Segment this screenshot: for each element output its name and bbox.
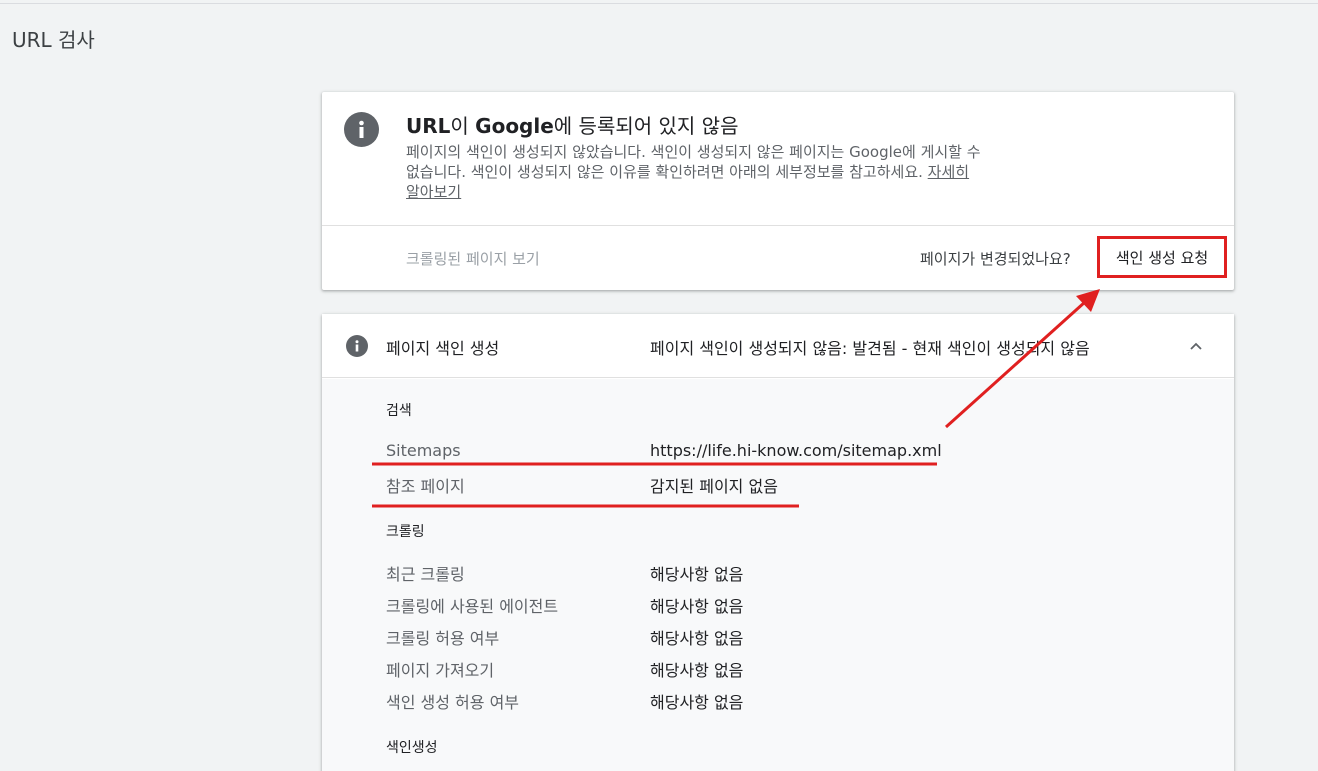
page-indexing-details: 검색 Sitemaps https://life.hi-know.com/sit… bbox=[322, 379, 1234, 771]
page-title: URL 검사 bbox=[12, 28, 95, 52]
arrow-head bbox=[1076, 289, 1100, 312]
detail-key: 크롤링에 사용된 에이전트 bbox=[386, 597, 559, 616]
detail-key: 최근 크롤링 bbox=[386, 565, 465, 584]
card-divider bbox=[322, 225, 1234, 226]
info-icon bbox=[344, 112, 379, 147]
page-indexing-card: 페이지 색인 생성 페이지 색인이 생성되지 않음: 발견됨 - 현재 색인이 … bbox=[322, 314, 1234, 771]
url-status-card: URL이 Google에 등록되어 있지 않음 페이지의 색인이 생성되지 않았… bbox=[322, 92, 1234, 290]
top-divider bbox=[0, 3, 1318, 4]
chevron-up-icon[interactable] bbox=[1186, 336, 1206, 356]
section-heading-search: 검색 bbox=[386, 403, 412, 419]
page-changed-question: 페이지가 변경되었나요? bbox=[920, 250, 1071, 268]
detail-value: 해당사항 없음 bbox=[650, 661, 744, 680]
detail-key: Sitemaps bbox=[386, 441, 461, 460]
status-description: 페이지의 색인이 생성되지 않았습니다. 색인이 생성되지 않은 페이지는 Go… bbox=[406, 143, 981, 201]
detail-key: 색인 생성 허용 여부 bbox=[386, 693, 520, 712]
detail-value: 해당사항 없음 bbox=[650, 629, 744, 648]
request-indexing-button[interactable]: 색인 생성 요청 bbox=[1097, 236, 1227, 278]
detail-value: 해당사항 없음 bbox=[650, 693, 744, 712]
detail-key: 참조 페이지 bbox=[386, 477, 465, 496]
page-indexing-status: 페이지 색인이 생성되지 않음: 발견됨 - 현재 색인이 생성되지 않음 bbox=[650, 339, 1090, 358]
detail-value: https://life.hi-know.com/sitemap.xml bbox=[650, 441, 942, 460]
view-crawled-page-button[interactable]: 크롤링된 페이지 보기 bbox=[406, 248, 540, 269]
detail-value: 해당사항 없음 bbox=[650, 597, 744, 616]
info-icon bbox=[346, 335, 368, 357]
page-indexing-label: 페이지 색인 생성 bbox=[386, 339, 500, 358]
detail-key: 크롤링 허용 여부 bbox=[386, 629, 500, 648]
detail-value: 해당사항 없음 bbox=[650, 565, 744, 584]
section-heading-crawl: 크롤링 bbox=[386, 524, 425, 540]
status-title: URL이 Google에 등록되어 있지 않음 bbox=[406, 114, 739, 138]
detail-value: 감지된 페이지 없음 bbox=[650, 477, 778, 496]
section-heading-indexing: 색인생성 bbox=[386, 740, 438, 756]
page-indexing-header[interactable]: 페이지 색인 생성 페이지 색인이 생성되지 않음: 발견됨 - 현재 색인이 … bbox=[322, 314, 1234, 378]
detail-key: 페이지 가져오기 bbox=[386, 661, 495, 680]
